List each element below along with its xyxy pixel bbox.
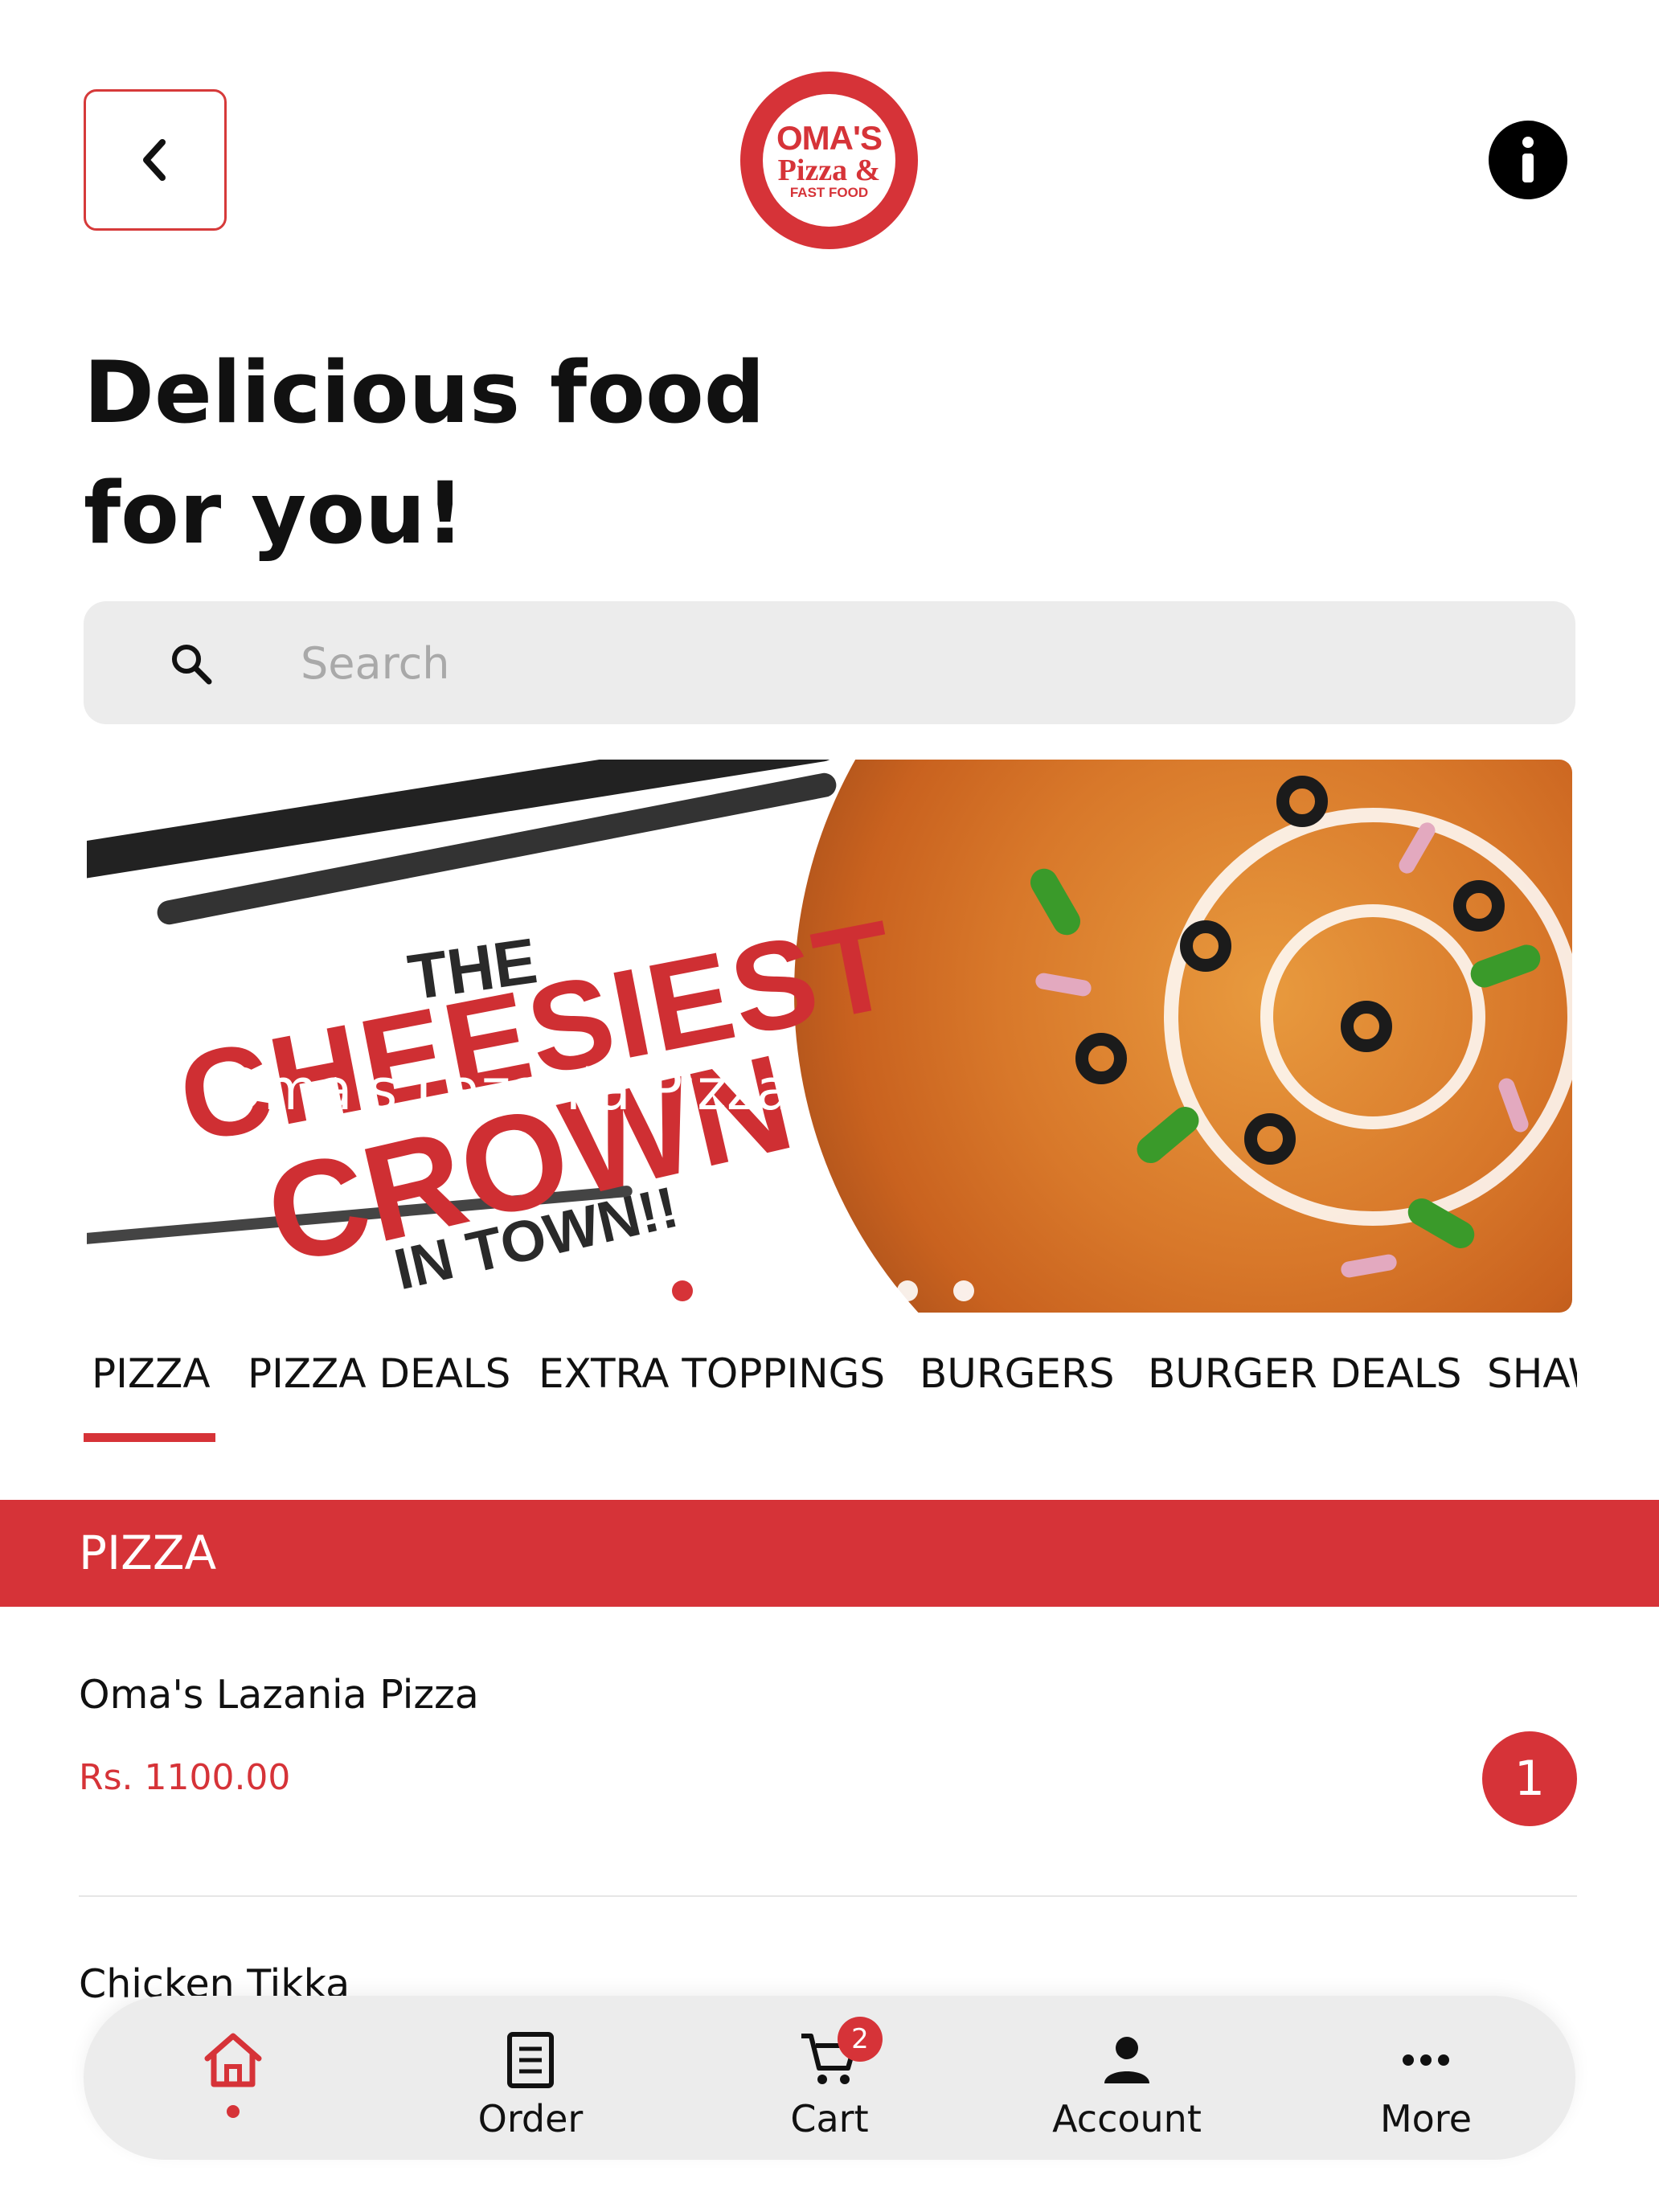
tab-pizza-deals[interactable]: PIZZA DEALS bbox=[248, 1350, 510, 1397]
section-title: PIZZA bbox=[79, 1526, 217, 1580]
olive-topping bbox=[1341, 1001, 1392, 1052]
more-dots-icon bbox=[1394, 2028, 1458, 2092]
order-list-icon bbox=[498, 2028, 563, 2092]
carousel-dot[interactable] bbox=[897, 1280, 918, 1301]
nav-cart[interactable]: 2 Cart bbox=[709, 1996, 950, 2160]
page-title-line: Delicious food bbox=[84, 343, 765, 442]
search-bar[interactable] bbox=[84, 601, 1575, 724]
category-tabs: PIZZA PIZZA DEALS EXTRA TOPPINGS BURGERS… bbox=[84, 1350, 1577, 1447]
olive-topping bbox=[1453, 880, 1505, 932]
carousel-dot[interactable] bbox=[784, 1280, 805, 1301]
quantity-badge[interactable]: 1 bbox=[1482, 1731, 1577, 1826]
nav-label: Account bbox=[1052, 2097, 1202, 2140]
nav-label: Cart bbox=[790, 2097, 869, 2140]
account-icon bbox=[1095, 2028, 1159, 2092]
carousel-dot[interactable] bbox=[728, 1280, 749, 1301]
carousel-dot[interactable] bbox=[841, 1280, 862, 1301]
info-button[interactable] bbox=[1489, 121, 1567, 199]
info-icon bbox=[1522, 137, 1534, 182]
tab-shawarma[interactable]: SHAWARMA bbox=[1487, 1350, 1577, 1397]
cart-icon: 2 bbox=[797, 2017, 883, 2092]
logo-text: FAST FOOD bbox=[789, 185, 869, 200]
item-price: Rs. 1100.00 bbox=[79, 1757, 291, 1798]
banner-item-title: Oma's Lazania Pizza bbox=[219, 1057, 791, 1123]
page-title-line: for you! bbox=[84, 464, 465, 563]
nav-label: Order bbox=[477, 2097, 584, 2140]
olive-topping bbox=[1244, 1113, 1296, 1165]
nav-label: More bbox=[1379, 2097, 1473, 2140]
tab-burgers[interactable]: BURGERS bbox=[920, 1350, 1114, 1397]
tab-extra-toppings[interactable]: EXTRA TOPPINGS bbox=[539, 1350, 885, 1397]
brand-logo: OMA'S Pizza & FAST FOOD bbox=[740, 72, 918, 249]
divider bbox=[79, 1895, 1577, 1897]
olive-topping bbox=[1075, 1033, 1127, 1084]
bottom-navigation: Order 2 Cart Account More bbox=[84, 1996, 1575, 2160]
home-icon bbox=[201, 2028, 265, 2092]
search-input[interactable] bbox=[301, 625, 1506, 701]
nav-more[interactable]: More bbox=[1305, 1996, 1546, 2160]
active-nav-indicator bbox=[227, 2105, 240, 2118]
search-icon bbox=[172, 645, 212, 685]
chevron-left-icon bbox=[143, 139, 166, 181]
carousel-dot[interactable] bbox=[953, 1280, 974, 1301]
logo-text: OMA'S bbox=[776, 119, 883, 157]
page-title: Delicious food for you! bbox=[84, 333, 968, 574]
section-header: PIZZA bbox=[0, 1500, 1659, 1607]
logo-text: Pizza & bbox=[777, 154, 881, 187]
tab-burger-deals[interactable]: BURGER DEALS bbox=[1148, 1350, 1462, 1397]
back-button[interactable] bbox=[84, 89, 227, 231]
olive-topping bbox=[1180, 920, 1231, 972]
active-tab-indicator bbox=[84, 1433, 215, 1442]
nav-account[interactable]: Account bbox=[1006, 1996, 1247, 2160]
promo-banner-carousel[interactable]: THE CHEESIEST CROWN IN TOWN!! Oma's Laza… bbox=[87, 760, 1572, 1313]
cart-count-badge: 2 bbox=[838, 2017, 883, 2062]
nav-home[interactable] bbox=[113, 1996, 354, 2160]
carousel-dot[interactable] bbox=[672, 1280, 693, 1301]
item-name: Oma's Lazania Pizza bbox=[79, 1672, 479, 1718]
olive-topping bbox=[1276, 776, 1328, 827]
carousel-pagination bbox=[672, 1280, 974, 1301]
nav-order[interactable]: Order bbox=[410, 1996, 651, 2160]
tab-pizza[interactable]: PIZZA bbox=[92, 1350, 211, 1397]
